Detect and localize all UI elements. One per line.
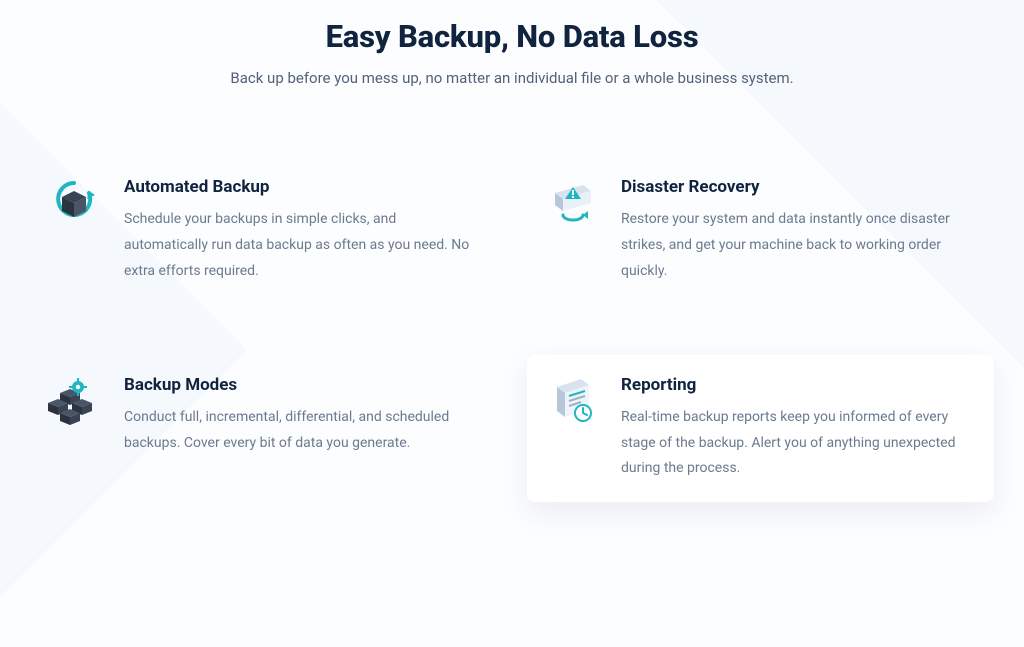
feature-description: Restore your system and data instantly o… [621, 207, 974, 285]
monitor-alert-icon [543, 175, 599, 231]
feature-description: Schedule your backups in simple clicks, … [124, 207, 477, 285]
feature-automated-backup: Automated Backup Schedule your backups i… [30, 157, 497, 305]
feature-grid: Automated Backup Schedule your backups i… [28, 157, 996, 502]
feature-reporting: Reporting Real-time backup reports keep … [527, 355, 994, 503]
feature-title: Automated Backup [124, 177, 477, 197]
feature-description: Conduct full, incremental, differential,… [124, 405, 477, 457]
feature-title: Backup Modes [124, 375, 477, 395]
feature-description: Real-time backup reports keep you inform… [621, 405, 974, 483]
feature-backup-modes: Backup Modes Conduct full, incremental, … [30, 355, 497, 503]
page-subtitle: Back up before you mess up, no matter an… [28, 69, 996, 87]
blocks-gear-icon [46, 373, 102, 429]
page-title: Easy Backup, No Data Loss [28, 18, 996, 55]
feature-title: Disaster Recovery [621, 177, 974, 197]
clipboard-clock-icon [543, 373, 599, 429]
feature-disaster-recovery: Disaster Recovery Restore your system an… [527, 157, 994, 305]
feature-title: Reporting [621, 375, 974, 395]
refresh-cube-icon [46, 175, 102, 231]
